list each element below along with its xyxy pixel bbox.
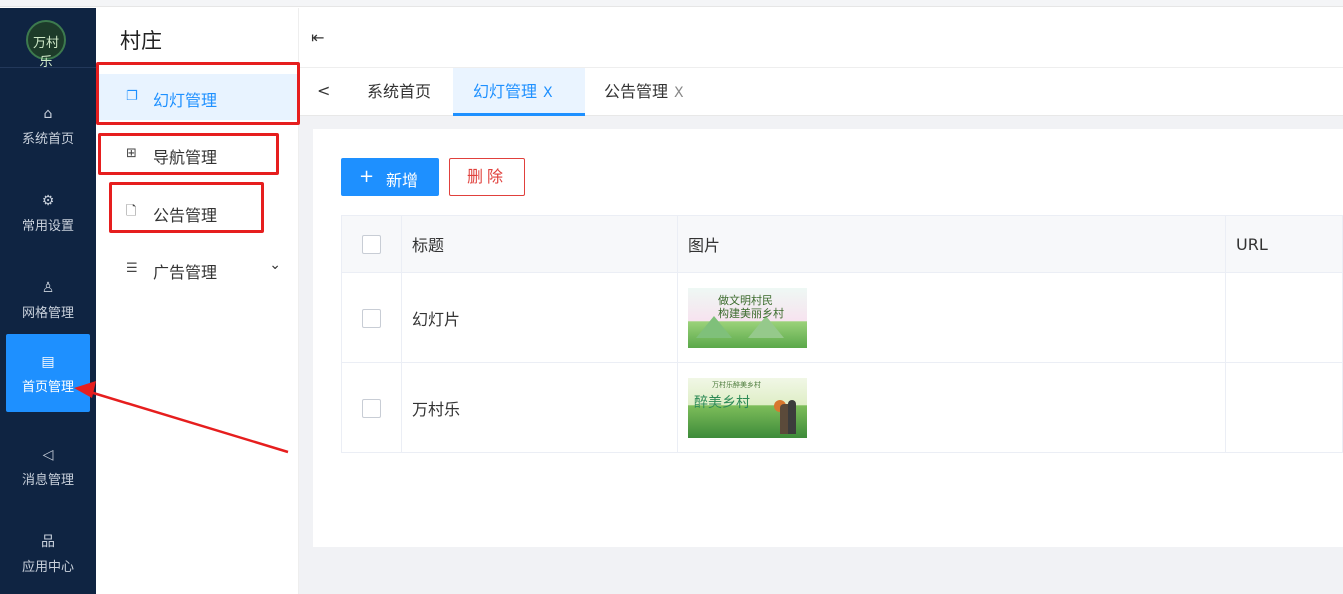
tab-slide-management[interactable]: 幻灯管理 X (453, 68, 585, 116)
column-header-url: URL (1225, 215, 1343, 273)
tab-notice-management[interactable]: 公告管理 X (585, 68, 715, 116)
home-icon: ⌂ (43, 106, 53, 122)
row-url (1225, 272, 1343, 363)
rail-item-label: 首页管理 (21, 380, 74, 395)
logo: 万村乐 (26, 20, 66, 70)
table-header-row: 标题 图片 URL (341, 215, 1343, 273)
select-all-cell (341, 215, 402, 273)
annotation-box-notice (109, 182, 264, 233)
rail-item-common-settings[interactable]: ⚙ 常用设置 (6, 173, 90, 251)
thumbnail-subcaption: 万村乐醉美乡村 (712, 380, 761, 389)
gear-icon: ⚙ (41, 193, 55, 209)
annotation-box-slide (96, 62, 300, 125)
top-strip (0, 0, 1343, 7)
rail-item-message-management[interactable]: ◁ 消息管理 (6, 427, 90, 505)
rail-item-label: 应用中心 (21, 560, 74, 575)
list-icon: ☰ (126, 261, 138, 276)
sidebar-item-label: 广告管理 (153, 263, 218, 282)
rail-item-homepage-management[interactable]: ▤ 首页管理 (6, 334, 90, 412)
row-title: 幻灯片 (401, 272, 678, 363)
sitemap-icon: 品 (41, 534, 55, 550)
close-icon[interactable]: X (674, 85, 684, 101)
table-row: 万村乐 万村乐醉美乡村 醉美乡村 (341, 362, 1343, 453)
plus-icon: + (359, 166, 375, 187)
rail-item-system-home[interactable]: ⌂ 系统首页 (6, 86, 90, 164)
add-button-label: 新增 (386, 171, 419, 190)
primary-nav-rail: 万村乐 ⌂ 系统首页 ⚙ 常用设置 ♙ 网格管理 ▤ 首页管理 ◁ 消息管理 品… (0, 8, 96, 594)
slide-thumbnail[interactable]: 万村乐醉美乡村 醉美乡村 (688, 377, 807, 438)
tab-system-home[interactable]: 系统首页 (347, 68, 453, 116)
row-select-cell (341, 362, 402, 453)
user-icon: ♙ (41, 280, 55, 296)
add-button[interactable]: + 新增 (341, 158, 439, 196)
menu-collapse-icon[interactable]: ⇤ (311, 28, 324, 47)
select-all-checkbox[interactable] (362, 235, 381, 254)
rail-item-grid-management[interactable]: ♙ 网格管理 (6, 260, 90, 338)
top-header: ⇤ (299, 8, 1343, 68)
row-title: 万村乐 (401, 362, 678, 453)
tab-bar: < 系统首页 幻灯管理 X 公告管理 X (299, 68, 1343, 116)
rail-divider (0, 67, 96, 68)
slide-thumbnail[interactable]: 做文明村民 构建美丽乡村 (688, 287, 807, 348)
row-image-cell: 万村乐醉美乡村 醉美乡村 (677, 362, 1226, 453)
tab-label: 公告管理 (604, 82, 669, 101)
close-icon[interactable]: X (543, 85, 553, 101)
rail-item-label: 常用设置 (21, 219, 74, 234)
row-select-cell (341, 272, 402, 363)
sidebar-item-ad-management[interactable]: ☰ 广告管理 ⌄ (96, 246, 299, 292)
tabs-scroll-left-icon[interactable]: < (317, 81, 330, 100)
rail-item-label: 系统首页 (21, 132, 74, 147)
annotation-box-navigation (98, 133, 279, 175)
speaker-icon: ◁ (42, 447, 54, 463)
tab-label: 系统首页 (367, 82, 432, 101)
thumbnail-caption: 做文明村民 构建美丽乡村 (718, 293, 784, 320)
delete-button[interactable]: 删除 (449, 158, 525, 196)
thumbnail-caption: 醉美乡村 (694, 394, 750, 411)
slides-table: 标题 图片 URL 幻灯片 做文明村民 构建美丽乡村 万村乐 万村乐醉美乡村 醉… (341, 215, 1343, 453)
row-checkbox[interactable] (362, 398, 381, 418)
column-header-title: 标题 (401, 215, 678, 273)
rail-item-label: 网格管理 (21, 306, 74, 321)
chevron-down-icon[interactable]: ⌄ (269, 257, 281, 273)
table-row: 幻灯片 做文明村民 构建美丽乡村 (341, 272, 1343, 363)
tab-label: 幻灯管理 (473, 82, 538, 101)
column-header-image: 图片 (677, 215, 1226, 273)
row-url (1225, 362, 1343, 453)
row-checkbox[interactable] (362, 308, 381, 328)
rail-item-app-center[interactable]: 品 应用中心 (6, 514, 90, 592)
sidebar-title: 村庄 (120, 29, 162, 53)
page-icon: ▤ (41, 354, 55, 370)
rail-item-label: 消息管理 (21, 473, 74, 488)
row-image-cell: 做文明村民 构建美丽乡村 (677, 272, 1226, 363)
person-shape (788, 399, 796, 434)
